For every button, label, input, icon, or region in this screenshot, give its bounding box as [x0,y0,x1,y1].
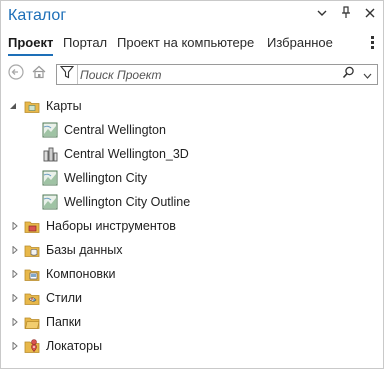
tree-item-label: Central Wellington_3D [64,147,189,161]
active-tab-indicator [8,54,53,56]
tab-project[interactable]: Проект [8,33,53,53]
tree-item-locators[interactable]: Локаторы [10,336,102,356]
tree-item-label: Компоновки [46,267,116,281]
tab-computer-project[interactable]: Проект на компьютере [117,33,254,53]
tree-item-label: Wellington City [64,171,148,185]
tree-item-map[interactable]: Central Wellington [42,120,166,140]
tree-item-label: Базы данных [46,243,123,257]
collapsed-arrow-icon[interactable] [10,245,20,255]
home-icon [31,64,47,85]
tree-item-maps[interactable]: Карты [8,96,82,116]
tree-item-label: Карты [46,99,82,113]
catalog-toolbar [1,62,383,88]
tree-item-layouts[interactable]: Компоновки [10,264,116,284]
expanded-arrow-icon[interactable] [8,101,18,111]
databases-folder-icon [24,242,40,258]
chevron-down-icon [317,8,327,20]
tree-item-toolboxes[interactable]: Наборы инструментов [10,216,176,236]
pane-title: Каталог [8,7,67,24]
back-arrow-icon [8,63,24,85]
toolboxes-folder-icon [24,218,40,234]
map-icon [42,122,58,138]
tree-item-folders[interactable]: Папки [10,312,81,332]
map-icon [42,194,58,210]
map-icon [42,170,58,186]
catalog-pane: Каталог Проект Портал Проект на компьюте… [0,0,384,369]
tree-item-styles[interactable]: Стили [10,288,82,308]
tab-portal[interactable]: Портал [63,33,107,53]
back-button[interactable] [6,63,26,85]
collapsed-arrow-icon[interactable] [10,341,20,351]
layouts-folder-icon [24,266,40,282]
maps-folder-icon [24,98,40,114]
styles-folder-icon [24,290,40,306]
search-input[interactable] [80,66,320,83]
title-bar: Каталог [1,1,383,31]
collapsed-arrow-icon[interactable] [10,293,20,303]
tree-item-map[interactable]: Wellington City [42,168,147,188]
search-box [56,64,378,85]
folders-folder-icon [24,314,40,330]
home-button[interactable] [29,64,49,84]
chevron-down-icon [363,66,372,84]
tree-item-label: Папки [46,315,82,329]
tree-item-map[interactable]: Wellington City Outline [42,192,190,212]
locators-folder-icon [24,338,40,354]
tab-favorites[interactable]: Избранное [267,33,333,53]
window-controls [315,6,377,22]
catalog-tabs: Проект Портал Проект на компьютере Избра… [1,33,383,59]
close-icon [365,8,375,21]
pin-icon [341,6,351,22]
tree-item-label: Стили [46,291,83,305]
tree-item-label: Наборы инструментов [46,219,176,233]
tree-item-databases[interactable]: Базы данных [10,240,123,260]
more-tabs-menu-icon[interactable] [371,36,375,52]
search-icon [342,66,355,84]
tree-item-label: Central Wellington [64,123,166,137]
search-options-dropdown[interactable] [360,66,374,83]
close-button[interactable] [363,7,377,21]
collapsed-arrow-icon[interactable] [10,221,20,231]
filter-button[interactable] [57,65,78,84]
collapsed-arrow-icon[interactable] [10,269,20,279]
scene-3d-icon [42,146,58,162]
pin-button[interactable] [339,6,353,22]
options-menu-button[interactable] [315,7,329,21]
collapsed-arrow-icon[interactable] [10,317,20,327]
search-button[interactable] [339,66,357,83]
tree-item-label: Локаторы [46,339,103,353]
filter-icon [59,65,75,84]
tree-item-label: Wellington City Outline [64,195,191,209]
tree-item-scene[interactable]: Central Wellington_3D [42,144,189,164]
